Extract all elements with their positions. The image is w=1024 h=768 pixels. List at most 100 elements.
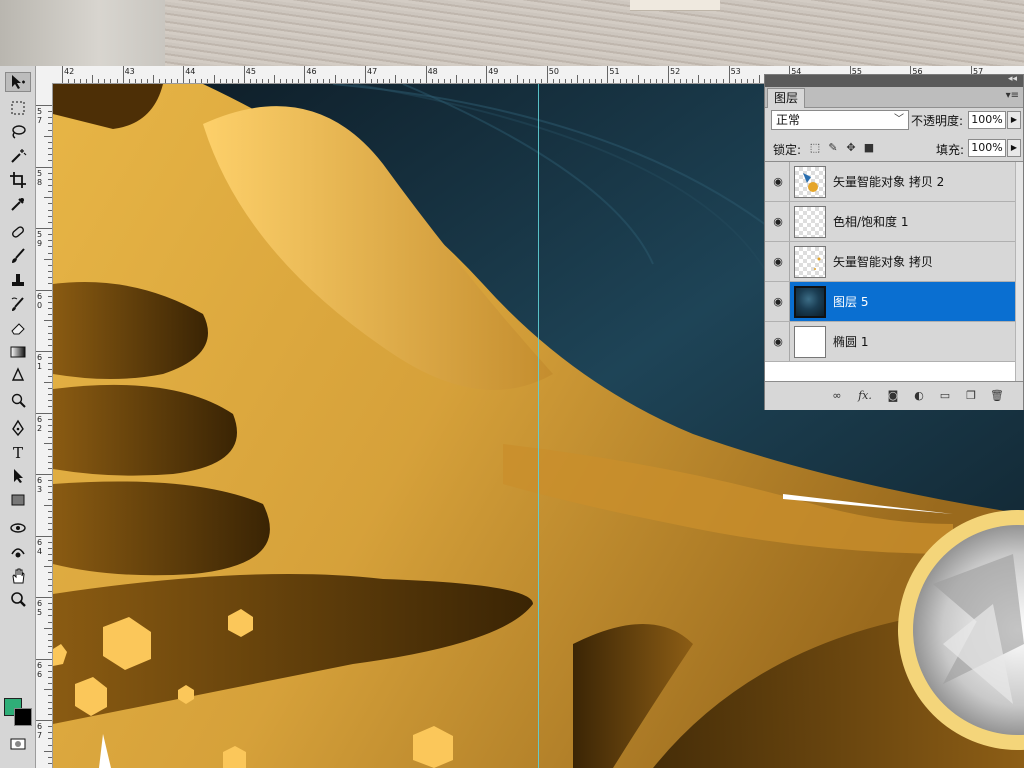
add-mask-icon[interactable]: ◙ — [885, 389, 901, 403]
guide-line[interactable] — [538, 84, 539, 768]
type-tool-icon[interactable]: T — [5, 442, 31, 462]
healing-brush-tool-icon[interactable] — [5, 222, 31, 242]
move-tool-icon[interactable] — [5, 72, 31, 92]
panel-menu-icon[interactable]: ▾≡ — [1006, 90, 1019, 101]
3d-orbit-tool-icon[interactable] — [5, 542, 31, 562]
crop-tool-icon[interactable] — [5, 170, 31, 190]
eye-icon[interactable]: ◉ — [767, 172, 789, 192]
ruler-minor-tick — [310, 79, 312, 83]
fill-field[interactable]: 100% — [968, 139, 1006, 157]
new-layer-icon[interactable]: ❐ — [963, 389, 979, 403]
vertical-ruler[interactable]: 5758596061626364656667 — [36, 83, 53, 768]
blend-mode-select[interactable]: 正常 ﹀ — [771, 110, 909, 130]
eyedropper-tool-icon[interactable] — [5, 194, 31, 214]
background-color-swatch[interactable] — [14, 708, 32, 726]
magic-wand-tool-icon[interactable] — [5, 146, 31, 166]
panel-titlebar[interactable]: ◂◂ — [765, 74, 1023, 87]
visibility-cell[interactable]: ◉ — [765, 282, 790, 321]
ruler-major-tick — [36, 412, 52, 414]
opacity-slider-arrow-icon[interactable]: ▶ — [1007, 111, 1021, 129]
layer-thumbnail — [794, 286, 826, 318]
ruler-label: 1 — [37, 362, 43, 371]
ruler-minor-tick — [134, 79, 136, 83]
lasso-tool-icon[interactable] — [5, 122, 31, 142]
link-layers-icon[interactable]: ∞ — [829, 389, 845, 403]
ruler-minor-tick — [48, 726, 52, 728]
layer-row[interactable]: ◉ 矢量智能对象 拷贝 — [765, 242, 1016, 282]
ruler-minor-tick — [44, 197, 52, 199]
gradient-tool-icon[interactable] — [5, 342, 31, 362]
ruler-minor-tick — [225, 79, 227, 83]
new-group-icon[interactable]: ▭ — [937, 389, 953, 403]
ruler-minor-tick — [48, 338, 52, 340]
color-swatches[interactable] — [4, 696, 34, 730]
ruler-minor-tick — [48, 609, 52, 611]
dodge-tool-icon[interactable] — [5, 390, 31, 410]
adjustment-layer-icon[interactable]: ◐ — [911, 389, 927, 403]
ruler-minor-tick — [48, 529, 52, 531]
lock-all-icon[interactable]: ■ — [863, 142, 875, 154]
fill-slider-arrow-icon[interactable]: ▶ — [1007, 139, 1021, 157]
ruler-major-tick — [304, 66, 306, 83]
eye-icon[interactable]: ◉ — [767, 252, 789, 272]
marquee-tool-icon[interactable] — [5, 98, 31, 118]
ruler-minor-tick — [48, 178, 52, 180]
layer-row[interactable]: ◉ 椭圆 1 — [765, 322, 1016, 362]
opacity-field[interactable]: 100% — [968, 111, 1006, 129]
ruler-minor-tick — [171, 79, 173, 83]
trash-icon[interactable]: 🗑 — [989, 389, 1005, 403]
ruler-minor-tick — [401, 79, 403, 83]
ruler-label: 6 — [37, 722, 43, 731]
ruler-minor-tick — [80, 79, 82, 83]
visibility-cell[interactable]: ◉ — [765, 242, 790, 281]
layer-row-selected[interactable]: ◉ 图层 5 — [765, 282, 1016, 322]
layer-thumbnail — [794, 246, 826, 278]
ruler-minor-tick — [613, 79, 615, 83]
tab-layers[interactable]: 图层 — [767, 88, 806, 108]
layers-scrollbar[interactable] — [1015, 162, 1023, 382]
ruler-minor-tick — [48, 553, 52, 555]
ruler-minor-tick — [48, 480, 52, 482]
ruler-minor-tick — [207, 79, 209, 83]
fx-icon[interactable]: fx. — [857, 389, 873, 403]
clone-stamp-tool-icon[interactable] — [5, 270, 31, 290]
ruler-minor-tick — [177, 79, 179, 83]
ruler-label: 45 — [245, 67, 256, 76]
ruler-minor-tick — [752, 79, 754, 83]
rectangle-tool-icon[interactable] — [5, 490, 31, 510]
ruler-minor-tick — [322, 79, 324, 83]
pen-tool-icon[interactable] — [5, 418, 31, 438]
history-brush-tool-icon[interactable] — [5, 294, 31, 314]
lock-transparent-icon[interactable]: ⬚ — [809, 142, 821, 154]
path-selection-tool-icon[interactable] — [5, 466, 31, 486]
eye-icon[interactable]: ◉ — [767, 292, 789, 312]
ruler-label: 6 — [37, 669, 43, 679]
brush-tool-icon[interactable] — [5, 246, 31, 266]
lock-position-icon[interactable]: ✥ — [845, 142, 857, 154]
ruler-minor-tick — [104, 79, 106, 83]
ruler-minor-tick — [48, 271, 52, 273]
lock-image-icon[interactable]: ✎ — [827, 142, 839, 154]
3d-rotate-tool-icon[interactable] — [5, 518, 31, 538]
ruler-minor-tick — [48, 732, 52, 734]
layer-row[interactable]: ◉ 色相/饱和度 1 — [765, 202, 1016, 242]
zoom-tool-icon[interactable] — [5, 590, 31, 610]
layer-thumbnail — [794, 166, 826, 198]
ruler-minor-tick — [48, 191, 52, 193]
quick-mask-icon[interactable] — [5, 734, 31, 754]
ruler-major-tick — [728, 66, 730, 83]
visibility-cell[interactable]: ◉ — [765, 162, 790, 201]
ruler-minor-tick — [558, 79, 560, 83]
eye-icon[interactable]: ◉ — [767, 212, 789, 232]
layer-row[interactable]: ◉ 矢量智能对象 拷贝 2 — [765, 162, 1016, 202]
visibility-cell[interactable]: ◉ — [765, 202, 790, 241]
visibility-cell[interactable]: ◉ — [765, 322, 790, 361]
eye-icon[interactable]: ◉ — [767, 332, 789, 352]
blur-tool-icon[interactable] — [5, 366, 31, 386]
ruler-minor-tick — [734, 79, 736, 83]
collapse-icon[interactable]: ◂◂ — [1008, 74, 1017, 84]
ruler-minor-tick — [655, 79, 657, 83]
eraser-tool-icon[interactable] — [5, 318, 31, 338]
layer-name: 色相/饱和度 1 — [833, 215, 909, 229]
hand-tool-icon[interactable] — [5, 566, 31, 586]
